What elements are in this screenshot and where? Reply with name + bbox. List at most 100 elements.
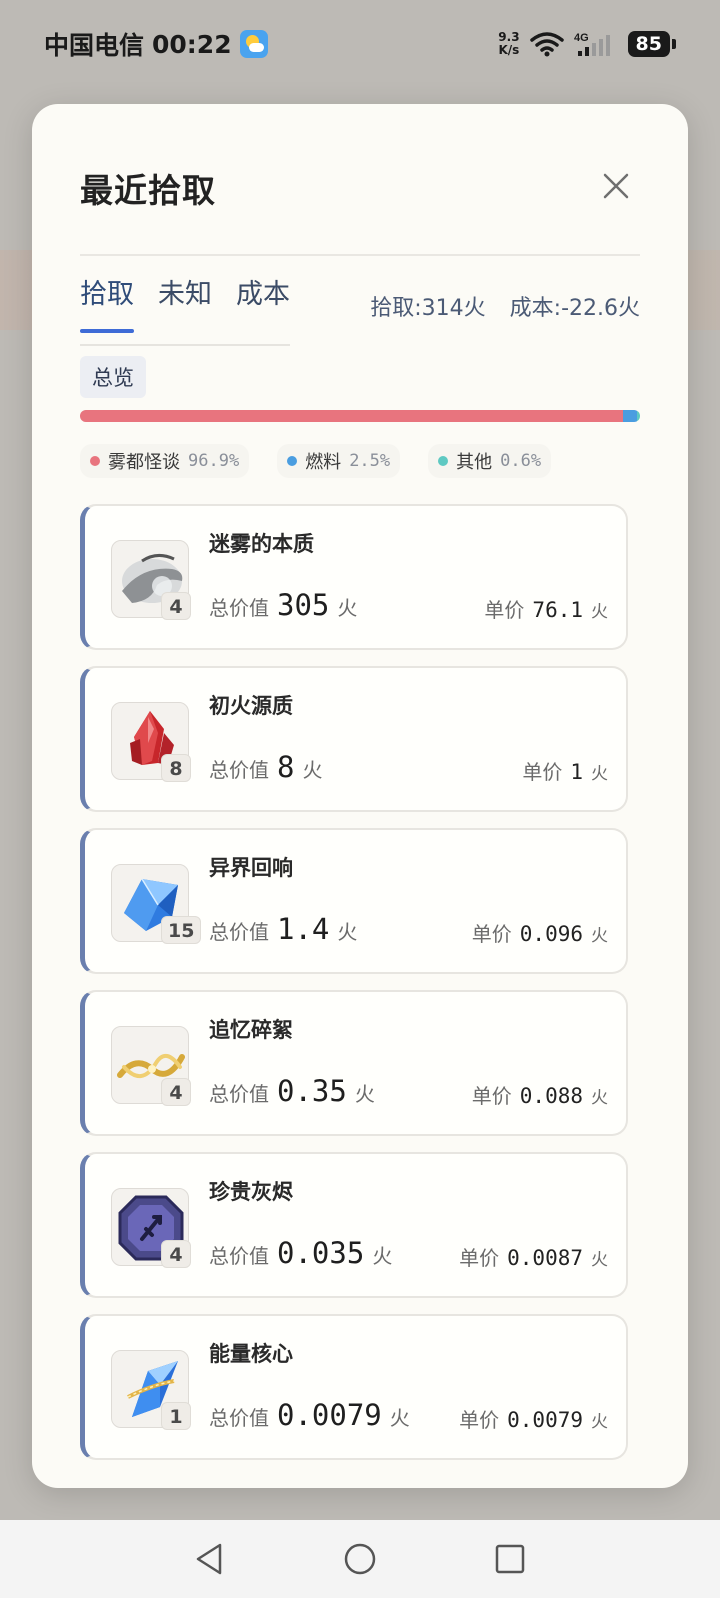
unit-price-label: 单价 bbox=[459, 1408, 500, 1432]
total-label: 总价值 bbox=[209, 1082, 269, 1106]
unit-price-label: 单价 bbox=[459, 1246, 500, 1270]
unit-price-value: 0.0079 bbox=[507, 1408, 583, 1432]
total-label: 总价值 bbox=[209, 758, 269, 782]
tab-pickup[interactable]: 拾取 bbox=[80, 272, 134, 333]
currency-unit: 火 bbox=[591, 602, 608, 622]
status-left: 中国电信 00:22 bbox=[44, 26, 268, 62]
distribution-legend: 雾都怪谈 96.9% 燃料 2.5% 其他 0.6% bbox=[80, 444, 552, 478]
system-nav-bar bbox=[0, 1520, 720, 1598]
legend-item-fuel: 燃料 2.5% bbox=[277, 444, 401, 478]
item-name: 初火源质 bbox=[209, 694, 293, 718]
item-count: 4 bbox=[161, 1240, 191, 1268]
close-button[interactable] bbox=[596, 166, 636, 206]
legend-label: 雾都怪谈 bbox=[108, 452, 180, 473]
unit-price-value: 76.1 bbox=[532, 598, 583, 622]
unit-price-label: 单价 bbox=[471, 922, 512, 946]
overview-badge: 总览 bbox=[80, 356, 146, 398]
tab-unknown[interactable]: 未知 bbox=[158, 272, 212, 333]
dialog-header: 最近拾取 bbox=[80, 164, 648, 214]
legend-label: 燃料 bbox=[305, 452, 342, 473]
currency-unit: 火 bbox=[591, 764, 608, 784]
item-count: 4 bbox=[161, 1078, 191, 1106]
net-speed-unit: K/s bbox=[498, 43, 520, 57]
total-value-row: 总价值 0.0079 火 bbox=[209, 1398, 410, 1432]
currency-unit: 火 bbox=[591, 1250, 608, 1270]
currency-unit: 火 bbox=[591, 1088, 608, 1108]
unit-price-row: 单价 0.0087 火 bbox=[459, 1242, 608, 1271]
battery-indicator: 85 bbox=[627, 31, 676, 57]
currency-unit: 火 bbox=[372, 1244, 393, 1268]
unit-price-row: 单价 0.096 火 bbox=[472, 918, 608, 947]
total-value: 0.0079 bbox=[277, 1398, 382, 1432]
total-value-row: 总价值 1.4 火 bbox=[209, 912, 357, 946]
total-value-row: 总价值 0.35 火 bbox=[209, 1074, 375, 1108]
unit-price-row: 单价 0.0079 火 bbox=[459, 1404, 608, 1433]
unit-price-value: 0.0087 bbox=[507, 1246, 583, 1270]
legend-label: 其他 bbox=[456, 452, 493, 473]
home-circle-icon bbox=[344, 1543, 376, 1575]
total-value-row: 总价值 8 火 bbox=[209, 750, 322, 784]
total-value: 0.35 bbox=[277, 1074, 347, 1108]
unit-price-row: 单价 1 火 bbox=[522, 756, 608, 785]
currency-unit: 火 bbox=[337, 596, 358, 620]
legend-dot bbox=[90, 456, 100, 466]
unit-price-row: 单价 76.1 火 bbox=[484, 594, 608, 623]
currency-unit: 火 bbox=[354, 1082, 375, 1106]
unit-price-label: 单价 bbox=[484, 598, 525, 622]
battery-tip bbox=[672, 39, 676, 49]
legend-item-other: 其他 0.6% bbox=[428, 444, 552, 478]
currency-unit: 火 bbox=[302, 758, 323, 782]
item-card[interactable]: 4 迷雾的本质 总价值 305 火 单价 76.1 火 bbox=[80, 504, 628, 650]
total-value: 0.035 bbox=[277, 1236, 365, 1270]
back-triangle-icon bbox=[196, 1543, 222, 1575]
recents-square-icon bbox=[495, 1544, 525, 1574]
dialog-title: 最近拾取 bbox=[80, 171, 216, 210]
unit-price-value: 1 bbox=[570, 760, 583, 784]
back-button[interactable] bbox=[190, 1539, 230, 1579]
wifi-icon bbox=[529, 31, 564, 57]
status-right: 9.3 K/s 4G 85 bbox=[498, 31, 676, 57]
unit-price-value: 0.088 bbox=[519, 1084, 583, 1108]
item-name: 能量核心 bbox=[209, 1342, 293, 1366]
summary-pickup: 拾取:314火 bbox=[370, 296, 486, 321]
legend-percent: 0.6% bbox=[500, 451, 542, 471]
tabs-divider bbox=[80, 344, 290, 346]
tab-bar: 拾取 未知 成本 bbox=[80, 272, 290, 333]
item-card[interactable]: 4 追忆碎絮 总价值 0.35 火 单价 0.088 火 bbox=[80, 990, 628, 1136]
total-value: 8 bbox=[277, 750, 295, 784]
item-count: 8 bbox=[161, 754, 191, 782]
item-count: 15 bbox=[161, 916, 202, 944]
item-name: 迷雾的本质 bbox=[209, 532, 314, 556]
item-card[interactable]: 8 初火源质 总价值 8 火 单价 1 火 bbox=[80, 666, 628, 812]
summary-stats: 拾取:314火 成本:-22.6火 bbox=[370, 290, 640, 322]
carrier-name: 中国电信 bbox=[44, 31, 145, 60]
distribution-segment bbox=[80, 410, 623, 422]
total-value-row: 总价值 0.035 火 bbox=[209, 1236, 392, 1270]
home-button[interactable] bbox=[340, 1539, 380, 1579]
item-card[interactable]: 4 珍贵灰烬 总价值 0.035 火 单价 0.0087 火 bbox=[80, 1152, 628, 1298]
total-label: 总价值 bbox=[209, 596, 269, 620]
recents-button[interactable] bbox=[490, 1539, 530, 1579]
total-value: 1.4 bbox=[277, 912, 330, 946]
total-label: 总价值 bbox=[209, 1406, 269, 1430]
header-divider bbox=[80, 254, 640, 256]
legend-item-fog: 雾都怪谈 96.9% bbox=[80, 444, 250, 478]
cellular-signal-icon: 4G bbox=[574, 31, 618, 57]
tab-cost[interactable]: 成本 bbox=[236, 272, 290, 333]
item-count: 1 bbox=[161, 1402, 191, 1430]
item-card[interactable]: 1 能量核心 总价值 0.0079 火 单价 0.0079 火 bbox=[80, 1314, 628, 1460]
weather-icon bbox=[239, 30, 268, 58]
currency-unit: 火 bbox=[337, 920, 358, 944]
legend-percent: 96.9% bbox=[188, 451, 240, 471]
unit-price-label: 单价 bbox=[471, 1084, 512, 1108]
currency-unit: 火 bbox=[389, 1406, 410, 1430]
total-label: 总价值 bbox=[209, 1244, 269, 1268]
distribution-segment bbox=[622, 410, 637, 422]
currency-unit: 火 bbox=[591, 1412, 608, 1432]
currency-unit: 火 bbox=[591, 926, 608, 946]
summary-cost: 成本:-22.6火 bbox=[509, 296, 640, 321]
item-count: 4 bbox=[161, 592, 191, 620]
item-card[interactable]: 15 异界回响 总价值 1.4 火 单价 0.096 火 bbox=[80, 828, 628, 974]
recent-pickup-dialog: 最近拾取 拾取 未知 成本 拾取:314火 成本:-22.6火 总览 雾都怪谈 … bbox=[32, 104, 688, 1488]
total-value: 305 bbox=[277, 588, 330, 622]
